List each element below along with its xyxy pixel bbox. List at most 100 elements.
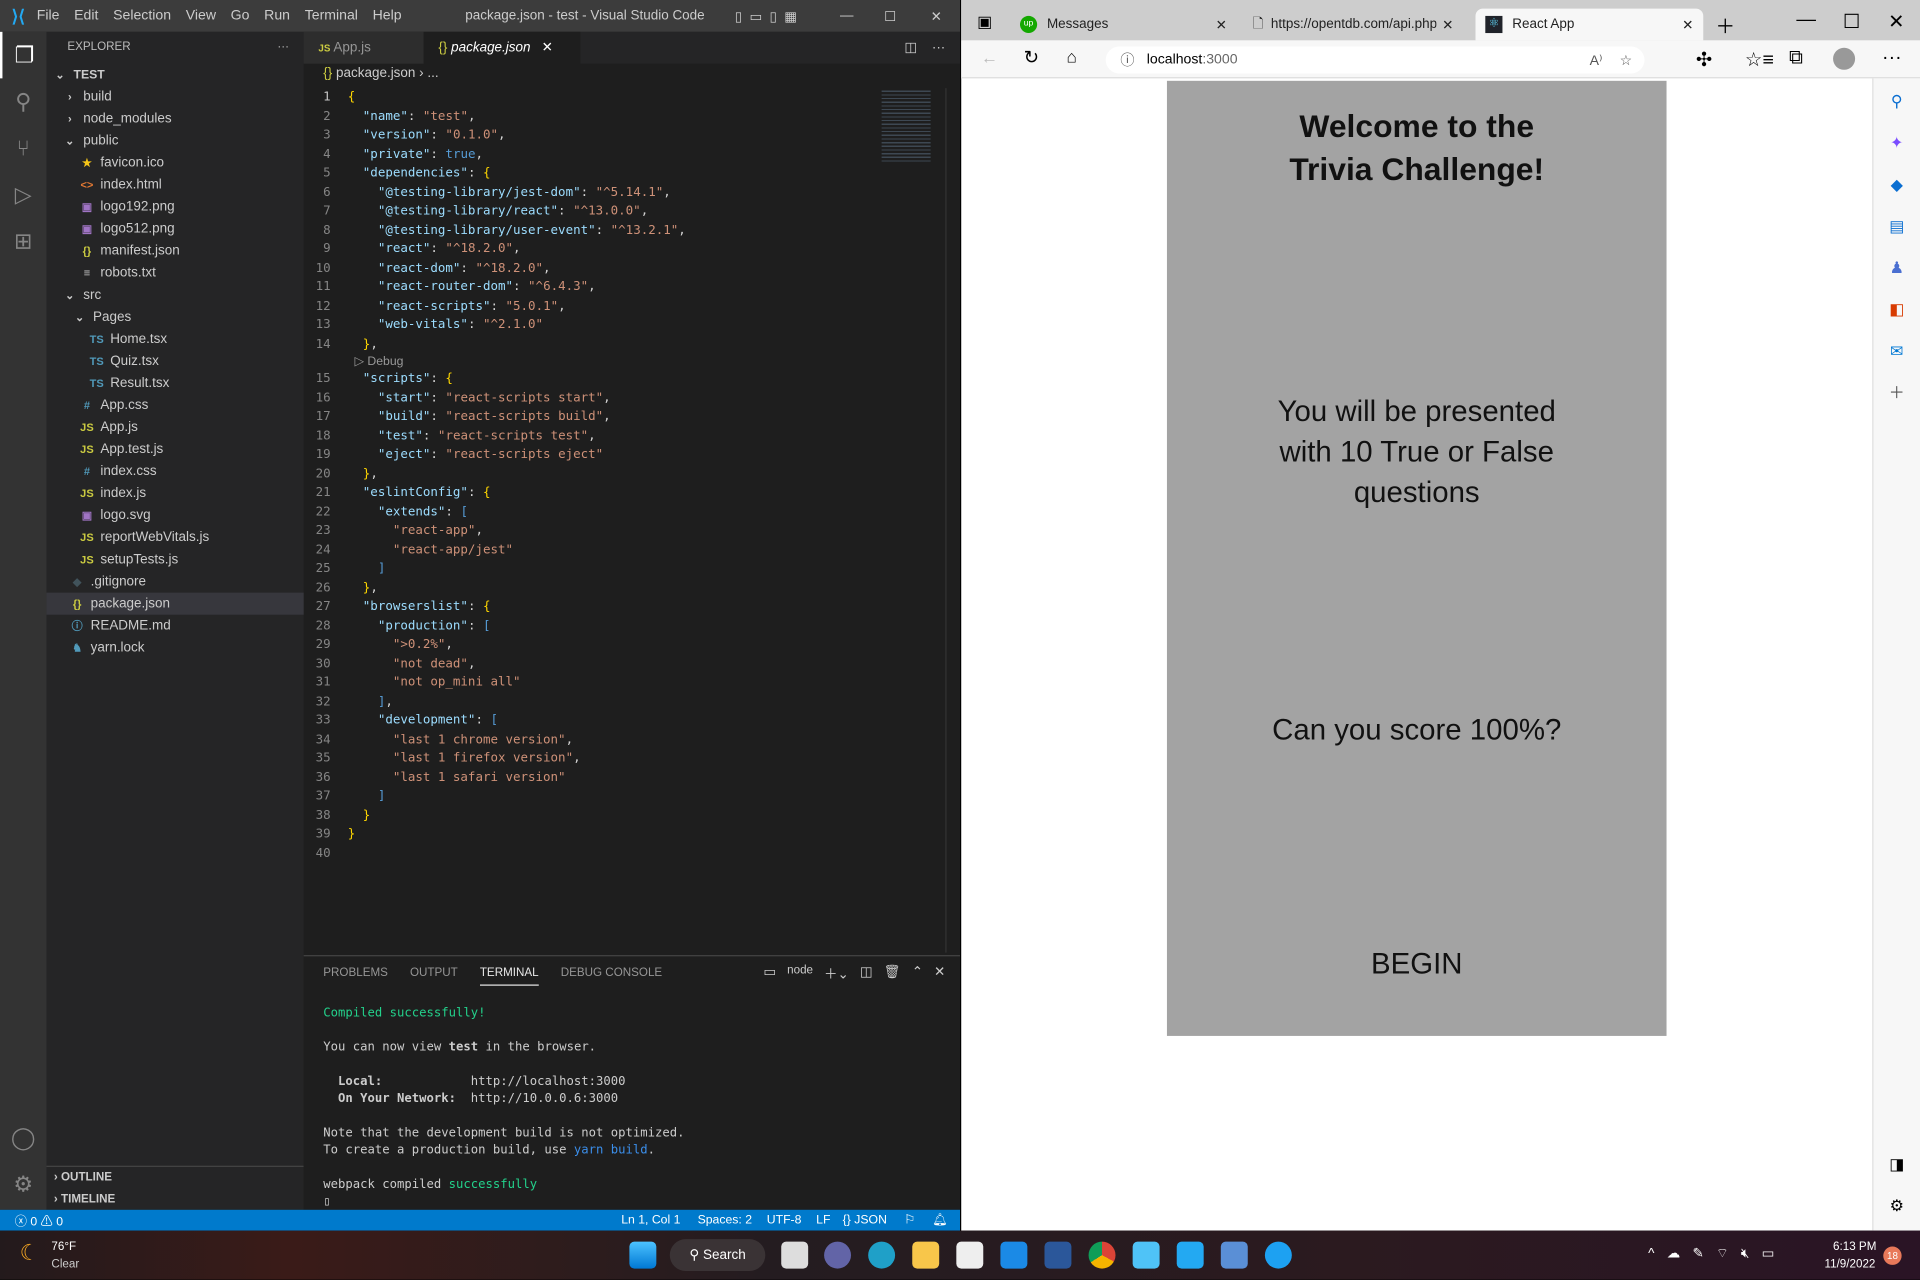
file-item[interactable]: ▣ logo.svg bbox=[47, 504, 304, 526]
close-tab-icon[interactable]: ✕ bbox=[1442, 17, 1453, 33]
trash-icon[interactable]: 🗑 bbox=[884, 964, 901, 984]
add-icon[interactable]: ＋ bbox=[1873, 372, 1920, 414]
file-item[interactable]: ▣ logo192.png bbox=[47, 196, 304, 218]
outline-section[interactable]: › OUTLINE bbox=[54, 1167, 304, 1189]
sidebar-toggle-icon[interactable]: ◨ bbox=[1873, 1144, 1920, 1186]
panel-tab-debug-console[interactable]: DEBUG CONSOLE bbox=[561, 966, 662, 986]
clock-time[interactable]: 6:13 PM bbox=[1833, 1240, 1876, 1253]
url-input[interactable]: ⓘ localhost:3000 A⁾ ☆ bbox=[1105, 46, 1645, 74]
shopping-icon[interactable]: ◆ bbox=[1873, 164, 1920, 206]
vscode-icon[interactable] bbox=[1176, 1241, 1204, 1269]
menu-help[interactable]: Help bbox=[373, 9, 402, 24]
outlook-icon[interactable]: ✉ bbox=[1873, 331, 1920, 373]
folder-item[interactable]: ⌄ Pages bbox=[47, 306, 304, 328]
file-item[interactable]: TS Quiz.tsx bbox=[47, 350, 304, 372]
favorites-icon[interactable]: ☆≡ bbox=[1745, 48, 1774, 72]
menu-file[interactable]: File bbox=[37, 9, 60, 24]
explorer-icon[interactable]: ❐ bbox=[0, 31, 47, 79]
twitter-icon[interactable] bbox=[1264, 1241, 1292, 1269]
close-button[interactable]: ✕ bbox=[1888, 10, 1904, 34]
maximize-button[interactable]: ☐ bbox=[884, 8, 896, 24]
file-item[interactable]: TS Result.tsx bbox=[47, 372, 304, 394]
source-control-icon[interactable]: ⑂ bbox=[0, 125, 47, 172]
panel-tab-output[interactable]: OUTPUT bbox=[410, 966, 458, 986]
browser-tab-opentdb[interactable]: 🗋 https://opentdb.com/api.php?a ✕ bbox=[1243, 9, 1463, 41]
close-button[interactable]: ✕ bbox=[931, 8, 942, 24]
split-terminal-icon[interactable]: ◫ bbox=[860, 964, 873, 984]
menu-edit[interactable]: Edit bbox=[74, 9, 98, 24]
clock-date[interactable]: 11/9/2022 bbox=[1824, 1258, 1875, 1271]
file-item[interactable]: # App.css bbox=[47, 394, 304, 416]
collections-icon[interactable]: ⧉ bbox=[1789, 48, 1803, 70]
file-item[interactable]: {} manifest.json bbox=[47, 240, 304, 262]
bell-icon[interactable]: 🔔︎ bbox=[932, 1213, 948, 1226]
minimize-button[interactable]: — bbox=[840, 9, 853, 24]
run-debug-icon[interactable]: ▷ bbox=[0, 171, 47, 218]
tab-app-js[interactable]: JS App.js bbox=[303, 31, 424, 64]
refresh-icon[interactable]: ↻ bbox=[1024, 47, 1039, 69]
back-icon[interactable]: ← bbox=[981, 48, 998, 68]
gear-icon[interactable]: ⚙ bbox=[0, 1161, 47, 1208]
read-aloud-icon[interactable]: A⁾ bbox=[1590, 51, 1603, 69]
folder-item[interactable]: › build bbox=[47, 86, 304, 108]
browser-tab-messages[interactable]: up Messages ✕ bbox=[1010, 9, 1237, 41]
maximize-panel-icon[interactable]: ⌃ bbox=[912, 964, 923, 984]
edge-icon[interactable] bbox=[868, 1241, 896, 1269]
folder-item[interactable]: ⌄ public bbox=[47, 130, 304, 152]
tab-actions-icon[interactable]: ▣ bbox=[977, 12, 992, 32]
file-item[interactable]: {} package.json bbox=[46, 592, 304, 615]
feedback-icon[interactable]: ⚐ bbox=[904, 1213, 915, 1226]
menu-terminal[interactable]: Terminal bbox=[305, 9, 358, 24]
teams-icon[interactable] bbox=[824, 1241, 852, 1269]
file-item[interactable]: JS reportWebVitals.js bbox=[47, 527, 304, 549]
language-mode[interactable]: {} JSON bbox=[843, 1213, 887, 1226]
tab-package-json[interactable]: {} package.json ✕ bbox=[423, 31, 581, 64]
favorite-add-icon[interactable]: ☆ bbox=[1620, 51, 1633, 69]
add-terminal-icon[interactable]: ＋⌄ bbox=[824, 964, 849, 984]
cursor-position[interactable]: Ln 1, Col 1 bbox=[621, 1213, 680, 1226]
menu-go[interactable]: Go bbox=[231, 9, 250, 24]
file-item[interactable]: JS App.js bbox=[47, 416, 304, 438]
weather-text[interactable]: Clear bbox=[51, 1258, 79, 1271]
codelens-debug[interactable]: ▷ Debug bbox=[304, 354, 880, 370]
terminal-output[interactable]: Compiled successfully! You can now view … bbox=[304, 1005, 684, 1211]
file-item[interactable]: JS index.js bbox=[47, 482, 304, 504]
word-icon[interactable] bbox=[1044, 1241, 1072, 1269]
more-icon[interactable]: ··· bbox=[1882, 48, 1902, 70]
file-item[interactable]: JS setupTests.js bbox=[47, 549, 304, 571]
close-tab-icon[interactable]: ✕ bbox=[1216, 17, 1227, 33]
store-icon[interactable] bbox=[956, 1241, 984, 1269]
start-icon[interactable] bbox=[629, 1241, 657, 1269]
file-item[interactable]: ⓘ README.md bbox=[47, 615, 304, 637]
encoding[interactable]: UTF-8 bbox=[767, 1213, 802, 1226]
file-item[interactable]: ◆ .gitignore bbox=[47, 571, 304, 593]
games-icon[interactable]: ♟ bbox=[1873, 247, 1920, 289]
home-icon[interactable]: ⌂ bbox=[1067, 47, 1077, 67]
layout-toggle-icons[interactable]: ▯▭▯▦ bbox=[735, 8, 805, 24]
folder-item[interactable]: ⌄ src bbox=[47, 284, 304, 306]
file-item[interactable]: ▣ logo512.png bbox=[47, 218, 304, 240]
menu-selection[interactable]: Selection bbox=[113, 9, 171, 24]
more-icon[interactable]: ··· bbox=[932, 32, 945, 64]
search-icon[interactable]: ⚲ bbox=[1873, 81, 1920, 123]
office-icon[interactable]: ◧ bbox=[1873, 289, 1920, 331]
copilot-icon[interactable]: ✦ bbox=[1873, 122, 1920, 164]
breadcrumb-file[interactable]: package.json bbox=[336, 66, 415, 81]
extensions-icon[interactable]: ⊞ bbox=[0, 218, 47, 265]
mail-icon[interactable] bbox=[1000, 1241, 1028, 1269]
scrollbar[interactable] bbox=[945, 88, 960, 953]
menu-view[interactable]: View bbox=[186, 9, 216, 24]
maximize-button[interactable]: ☐ bbox=[1843, 10, 1861, 34]
timeline-section[interactable]: › TIMELINE bbox=[54, 1189, 304, 1211]
taskbar-search[interactable]: ⚲ Search bbox=[669, 1239, 766, 1272]
minimize-button[interactable]: — bbox=[1796, 10, 1816, 32]
file-item[interactable]: TS Home.tsx bbox=[47, 328, 304, 350]
settings-icon[interactable]: ⚙ bbox=[1873, 1185, 1920, 1227]
code-editor[interactable]: 1{2 "name": "test", 3 "version": "0.1.0",… bbox=[304, 88, 880, 863]
eol[interactable]: LF bbox=[816, 1213, 830, 1226]
task-view-icon[interactable] bbox=[781, 1241, 809, 1269]
file-item[interactable]: ≡ robots.txt bbox=[47, 262, 304, 284]
split-editor-icon[interactable]: ◫ bbox=[904, 32, 917, 64]
account-icon[interactable]: ◯ bbox=[0, 1114, 47, 1161]
profile-avatar[interactable] bbox=[1833, 47, 1856, 70]
